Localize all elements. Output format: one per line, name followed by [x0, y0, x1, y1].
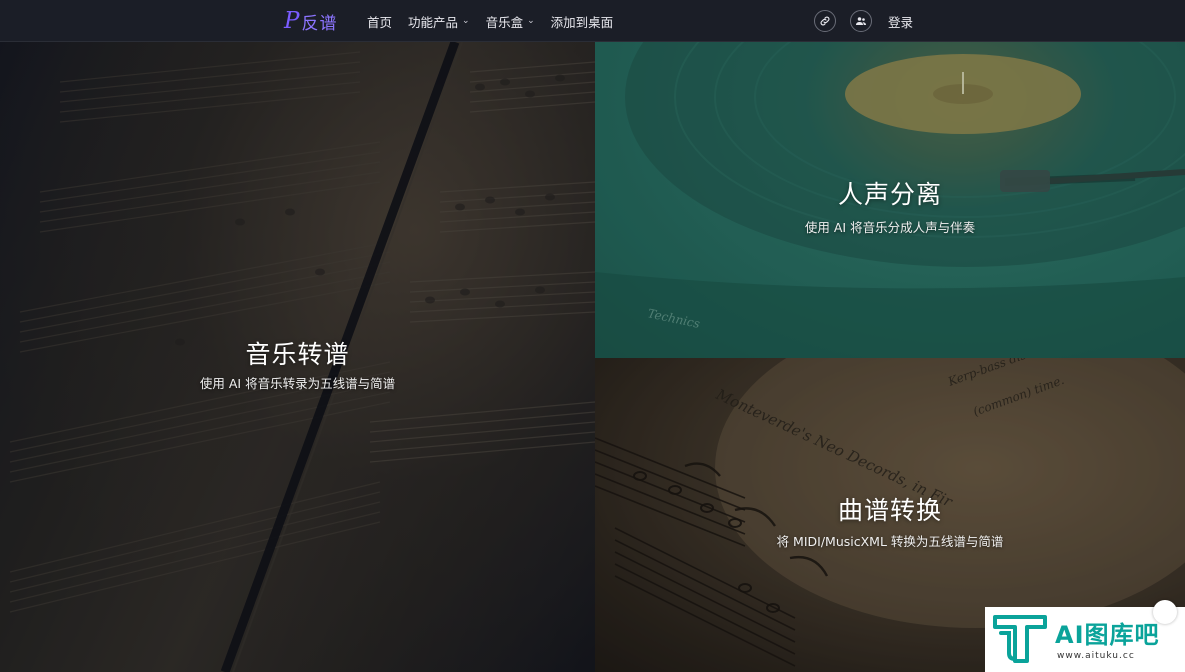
nav-item-add-to-desktop[interactable]: 添加到桌面: [551, 12, 614, 31]
login-link[interactable]: 登录: [888, 12, 913, 31]
nav-menu: 首页 功能产品 ⌄ 音乐盒 ⌄ 添加到桌面: [367, 0, 629, 42]
nav-item-products[interactable]: 功能产品 ⌄: [408, 12, 470, 31]
link-button[interactable]: [814, 10, 836, 32]
nav-item-label: 功能产品: [408, 14, 459, 30]
panel-title: 曲谱转换: [837, 496, 942, 525]
nav-item-home[interactable]: 首页: [367, 12, 392, 31]
panel-title: 音乐转谱: [245, 340, 350, 369]
nav-item-label: 首页: [367, 14, 393, 30]
panel-subtitle: 使用 AI 将音乐转录为五线谱与简谱: [199, 376, 396, 391]
chevron-down-icon: ⌄: [527, 16, 535, 26]
nav-item-label: 音乐盒: [485, 14, 524, 30]
scroll-to-top-button[interactable]: [1153, 600, 1177, 624]
logo-text: 反谱: [301, 13, 338, 34]
top-navbar: P 反谱 首页 功能产品 ⌄ 音乐盒 ⌄ 添加到桌面 登录: [0, 0, 1185, 42]
panel-subtitle: 使用 AI 将音乐分成人声与伴奏: [804, 220, 976, 235]
panel-vocal-separation[interactable]: Technics 人声分离 使用 AI 将音乐分成人声与伴奏: [595, 42, 1185, 358]
chevron-down-icon: ⌄: [462, 16, 470, 26]
nav-item-music-box[interactable]: 音乐盒 ⌄: [486, 12, 535, 31]
watermark-url: www.aituku.cc: [1057, 651, 1135, 661]
panel-subtitle: 将 MIDI/MusicXML 转换为五线谱与简谱: [776, 534, 1004, 549]
aituku-logo-icon: [993, 615, 1047, 663]
panel-transcription[interactable]: 音乐转谱 使用 AI 将音乐转录为五线谱与简谱: [0, 42, 595, 672]
nav-item-label: 添加到桌面: [550, 14, 614, 30]
users-button[interactable]: [850, 10, 872, 32]
link-icon: [820, 16, 830, 26]
panel-title: 人声分离: [837, 180, 942, 209]
watermark-text: AI图库吧: [1055, 621, 1160, 649]
users-icon: [856, 17, 866, 25]
brand-logo[interactable]: P 反谱: [284, 7, 337, 35]
logo-mark: P: [284, 7, 300, 34]
nav-actions: 登录: [814, 0, 913, 42]
